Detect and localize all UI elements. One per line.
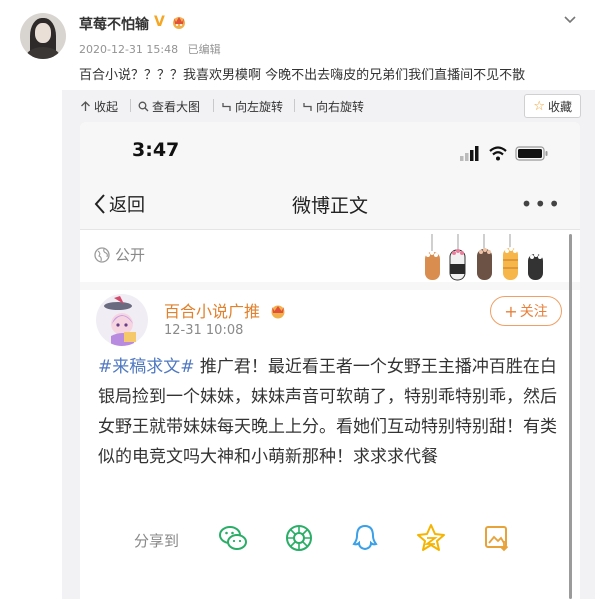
view-large-label: 查看大图 bbox=[152, 100, 201, 114]
visibility-label: 公开 bbox=[94, 244, 145, 265]
hanging-cat-paws-decoration bbox=[425, 234, 543, 281]
favorite-button[interactable]: ☆ 收藏 bbox=[524, 94, 581, 118]
post-meta: 2020-12-31 15:48 已编辑 bbox=[79, 41, 221, 57]
nav-title: 微博正文 bbox=[291, 195, 368, 217]
cat-paw-4 bbox=[503, 247, 518, 280]
status-bar: 3:47 bbox=[80, 122, 580, 180]
qzone-icon[interactable] bbox=[416, 523, 446, 553]
verified-badge-icon: V bbox=[154, 14, 165, 30]
moments-icon[interactable] bbox=[284, 523, 314, 553]
vip-crown-icon bbox=[173, 17, 185, 29]
rotate-left-icon bbox=[222, 103, 231, 111]
wechat-icon[interactable] bbox=[218, 523, 248, 553]
share-label: 分享到 bbox=[134, 532, 180, 550]
topic-tag-link[interactable]: #来稿求文# bbox=[98, 357, 195, 377]
collapse-button[interactable]: 收起 bbox=[80, 98, 118, 115]
rotate-right-button[interactable]: 向右旋转 bbox=[302, 98, 364, 115]
signal-icon bbox=[460, 146, 479, 161]
visibility-row: 公开 bbox=[80, 230, 580, 281]
cat-paw-5 bbox=[528, 253, 543, 280]
share-bar: 分享到 bbox=[80, 520, 580, 560]
arrow-up-icon bbox=[81, 101, 90, 111]
wifi-icon bbox=[489, 146, 507, 161]
view-large-button[interactable]: 查看大图 bbox=[138, 98, 200, 115]
toolbar-divider bbox=[294, 99, 295, 112]
globe-icon bbox=[94, 246, 110, 263]
follow-label: 关注 bbox=[519, 304, 548, 320]
rotate-left-label: 向左旋转 bbox=[235, 100, 284, 114]
chevron-down-icon[interactable] bbox=[563, 12, 577, 26]
rotate-left-button[interactable]: 向左旋转 bbox=[221, 98, 283, 115]
image-toolbar: 收起 查看大图 向左旋转 向右旋转 ☆ 收藏 bbox=[62, 90, 595, 122]
collapse-label: 收起 bbox=[94, 100, 119, 114]
user-avatar[interactable] bbox=[20, 13, 66, 59]
rotate-right-icon bbox=[303, 103, 312, 111]
status-icons bbox=[460, 146, 548, 161]
author-name-text: 百合小说广推 bbox=[164, 302, 261, 321]
status-time: 3:47 bbox=[132, 139, 180, 161]
username[interactable]: 草莓不怕输 bbox=[79, 14, 149, 34]
follow-button[interactable]: + 关注 bbox=[490, 296, 562, 326]
author-avatar-illustration bbox=[104, 296, 136, 346]
post-content: #来稿求文# 推广君！最近看王者一个女野王主播冲百胜在白银局捡到一个妹妹，妹妹声… bbox=[98, 352, 568, 472]
author-post-time: 12-31 10:08 bbox=[164, 323, 244, 338]
post-image[interactable]: 3:47 返回 微博正文 ••• 公开 百合小说广推 12-31 10:08 +… bbox=[62, 122, 595, 599]
vip-badge-icon bbox=[271, 305, 285, 319]
section-divider bbox=[80, 282, 580, 290]
plus-icon: + bbox=[504, 301, 518, 321]
qq-icon[interactable] bbox=[350, 523, 380, 553]
save-image-icon[interactable] bbox=[482, 523, 512, 553]
post-text: 百合小说？？？？我喜欢男模啊 今晚不出去嗨皮的兄弟们我们直播间不见不散 bbox=[79, 68, 526, 83]
weibo-post-header: 草莓不怕输 V 2020-12-31 15:48 已编辑 百合小说？？？？我喜欢… bbox=[0, 0, 595, 90]
author-avatar[interactable] bbox=[96, 294, 148, 346]
favorite-label: 收藏 bbox=[547, 99, 572, 114]
nav-bar: 返回 微博正文 ••• bbox=[80, 180, 580, 230]
toolbar-divider bbox=[213, 99, 214, 112]
more-options-icon[interactable]: ••• bbox=[521, 192, 562, 216]
magnifier-icon bbox=[138, 101, 149, 112]
toolbar-divider bbox=[130, 99, 131, 112]
phone-screenshot: 3:47 返回 微博正文 ••• 公开 百合小说广推 12-31 10:08 +… bbox=[80, 122, 580, 599]
post-date[interactable]: 2020-12-31 15:48 bbox=[79, 43, 178, 56]
cat-paw-2 bbox=[449, 249, 466, 281]
author-name[interactable]: 百合小说广推 bbox=[164, 298, 287, 322]
scrollbar[interactable] bbox=[569, 234, 572, 599]
battery-icon bbox=[515, 146, 548, 161]
star-outline-icon: ☆ bbox=[533, 98, 545, 114]
visibility-text: 公开 bbox=[115, 246, 146, 264]
cat-paw-3 bbox=[477, 248, 492, 280]
rotate-right-label: 向右旋转 bbox=[316, 100, 365, 114]
user-badges: V bbox=[154, 15, 187, 29]
author-row: 百合小说广推 12-31 10:08 + 关注 bbox=[80, 290, 580, 348]
edited-label: 已编辑 bbox=[187, 43, 221, 56]
cat-paw-1 bbox=[425, 251, 440, 280]
